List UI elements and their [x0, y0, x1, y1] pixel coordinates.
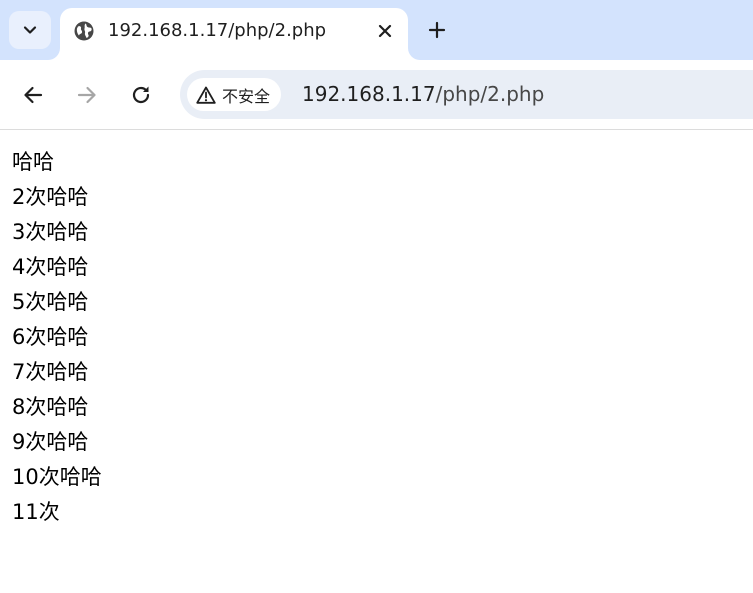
security-label: 不安全 — [222, 86, 271, 106]
forward-button[interactable] — [73, 81, 101, 109]
tab-close-button[interactable] — [374, 20, 396, 42]
toolbar-divider — [0, 129, 753, 130]
browser-window: 192.168.1.17/php/2.php 不安全 192.168.1.17/… — [0, 0, 753, 593]
reload-icon — [132, 86, 150, 104]
url-text[interactable]: 192.168.1.17/php/2.php — [302, 82, 544, 107]
arrow-right-icon — [77, 86, 96, 104]
content-line: 4次哈哈 — [12, 255, 89, 279]
content-line: 9次哈哈 — [12, 430, 89, 454]
tab-active[interactable]: 192.168.1.17/php/2.php — [60, 8, 408, 60]
globe-icon — [74, 21, 94, 41]
back-button[interactable] — [19, 81, 47, 109]
arrow-left-icon — [24, 86, 43, 104]
content-line: 3次哈哈 — [12, 220, 89, 244]
new-tab-button[interactable] — [424, 17, 450, 43]
tab-search-button[interactable] — [9, 11, 51, 49]
content-line: 11次 — [12, 500, 60, 524]
tab-title: 192.168.1.17/php/2.php — [108, 20, 327, 41]
chevron-down-icon — [23, 26, 37, 34]
close-icon — [378, 24, 392, 38]
warning-icon — [196, 86, 216, 104]
content-line: 6次哈哈 — [12, 325, 89, 349]
content-line: 哈哈 — [12, 150, 54, 174]
reload-button[interactable] — [127, 81, 155, 109]
toolbar: 不安全 192.168.1.17/php/2.php — [0, 60, 753, 129]
security-chip[interactable]: 不安全 — [187, 78, 282, 111]
content-line: 7次哈哈 — [12, 360, 89, 384]
plus-icon — [428, 21, 446, 39]
content-line: 8次哈哈 — [12, 395, 89, 419]
url-path: /php/2.php — [435, 82, 545, 106]
url-host: 192.168.1.17 — [302, 82, 436, 106]
content-line: 5次哈哈 — [12, 290, 89, 314]
page-content: 哈哈 2次哈哈 3次哈哈 4次哈哈 5次哈哈 6次哈哈 7次哈哈 8次哈哈 9次… — [12, 145, 732, 530]
content-line: 2次哈哈 — [12, 185, 89, 209]
content-line: 10次哈哈 — [12, 465, 102, 489]
tab-strip: 192.168.1.17/php/2.php — [0, 0, 753, 60]
address-bar[interactable]: 不安全 192.168.1.17/php/2.php — [180, 70, 753, 119]
